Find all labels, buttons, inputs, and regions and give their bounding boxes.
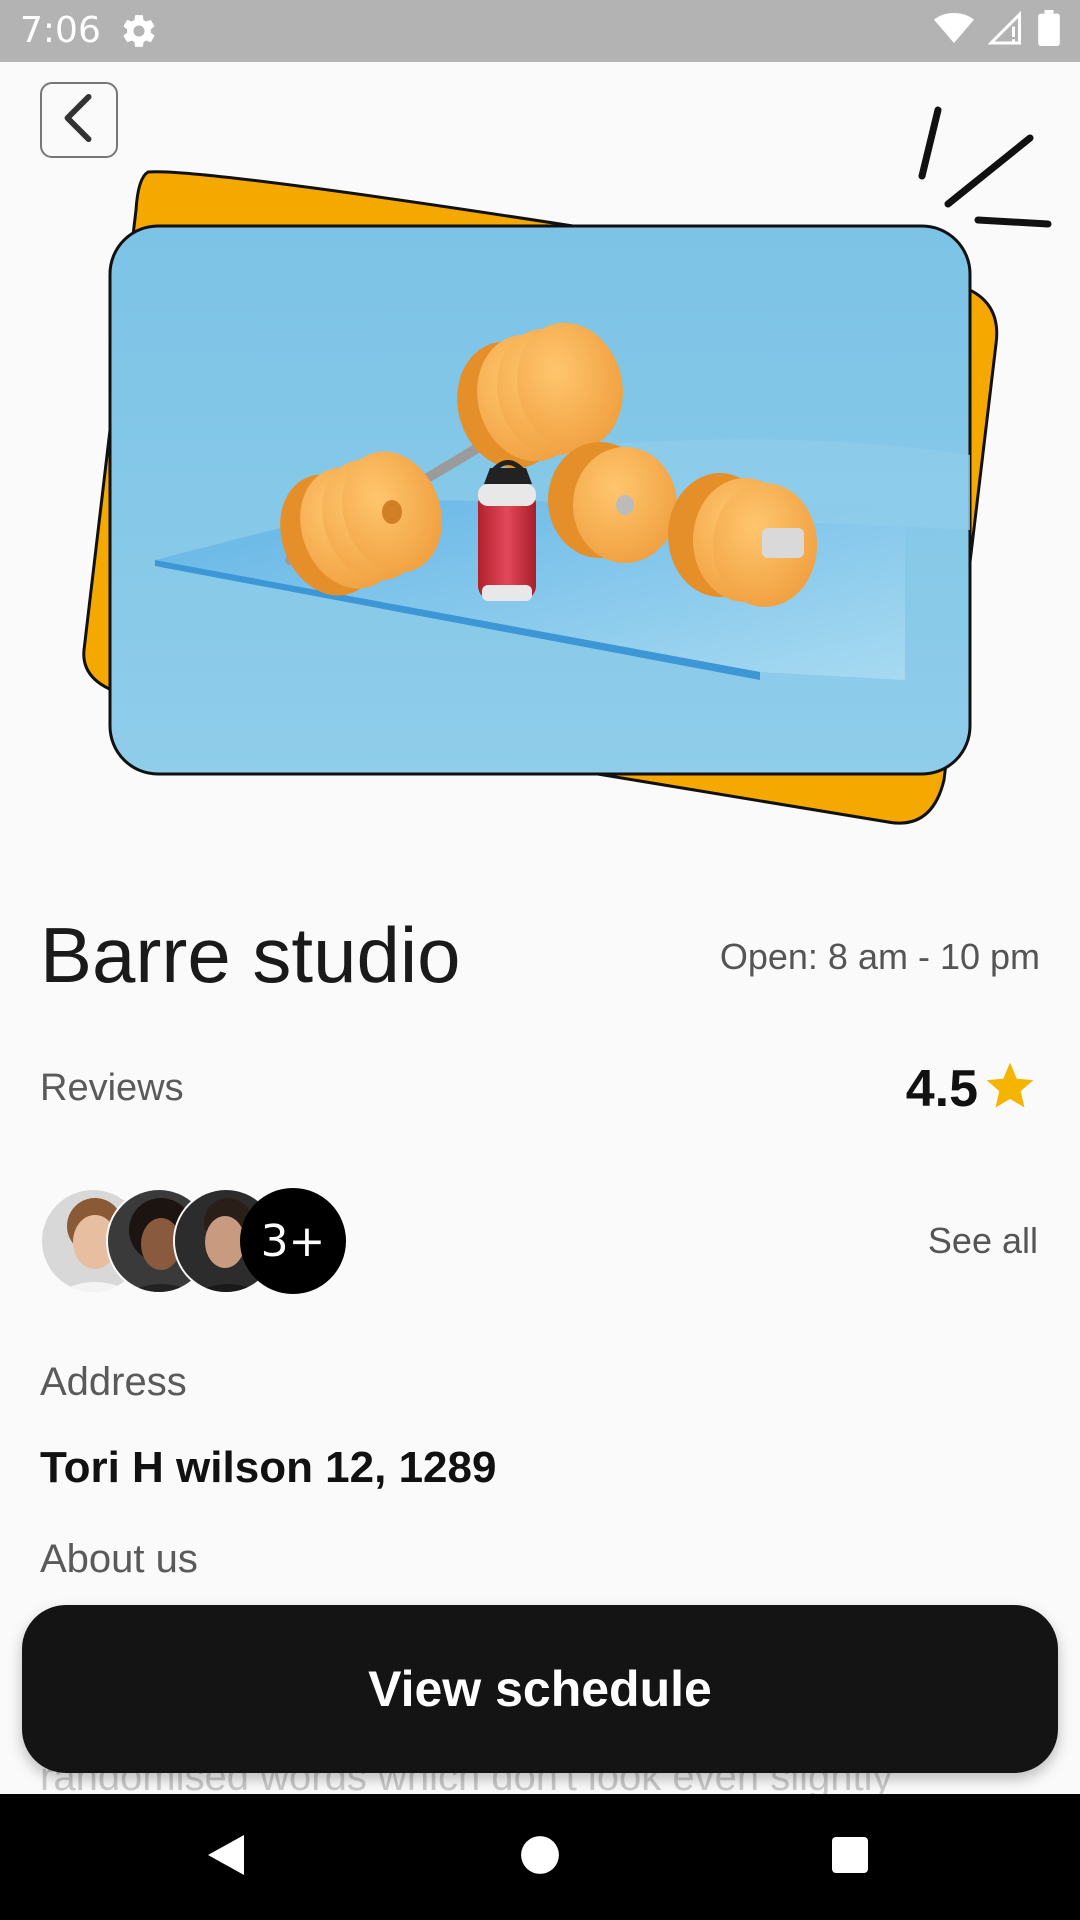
rating: 4.5 — [906, 1058, 1038, 1119]
address-label: Address — [40, 1360, 187, 1404]
more-reviewers-badge: 3+ — [240, 1188, 346, 1294]
wifi-icon — [934, 11, 974, 50]
reviewer-avatars[interactable]: 3+ — [40, 1188, 360, 1294]
nav-recents-button[interactable] — [790, 1794, 910, 1920]
signal-icon — [987, 10, 1024, 50]
nav-back-button[interactable] — [166, 1794, 286, 1920]
star-icon — [982, 1058, 1038, 1119]
circle-home-icon — [519, 1834, 561, 1881]
view-schedule-button[interactable]: View schedule — [22, 1605, 1058, 1773]
nav-home-button[interactable] — [480, 1794, 600, 1920]
back-button[interactable] — [40, 82, 118, 158]
reviews-label: Reviews — [40, 1067, 184, 1109]
status-bar: 7:06 — [0, 0, 1080, 62]
opening-hours: Open: 8 am - 10 pm — [719, 936, 1040, 977]
system-nav-bar — [0, 1794, 1080, 1920]
gym-title: Barre studio — [40, 911, 461, 999]
gym-hero-image — [0, 62, 1080, 862]
about-label: About us — [40, 1537, 198, 1581]
status-icons — [934, 10, 1060, 51]
address-value: Tori H wilson 12, 1289 — [40, 1443, 497, 1492]
status-time: 7:06 — [20, 10, 101, 51]
chevron-left-icon — [59, 93, 99, 148]
square-recents-icon — [830, 1835, 870, 1880]
settings-gear-icon — [120, 12, 158, 55]
battery-icon — [1038, 10, 1060, 51]
see-all-link[interactable]: See all — [928, 1220, 1038, 1262]
rating-value: 4.5 — [905, 1059, 978, 1118]
triangle-back-icon — [204, 1831, 248, 1884]
